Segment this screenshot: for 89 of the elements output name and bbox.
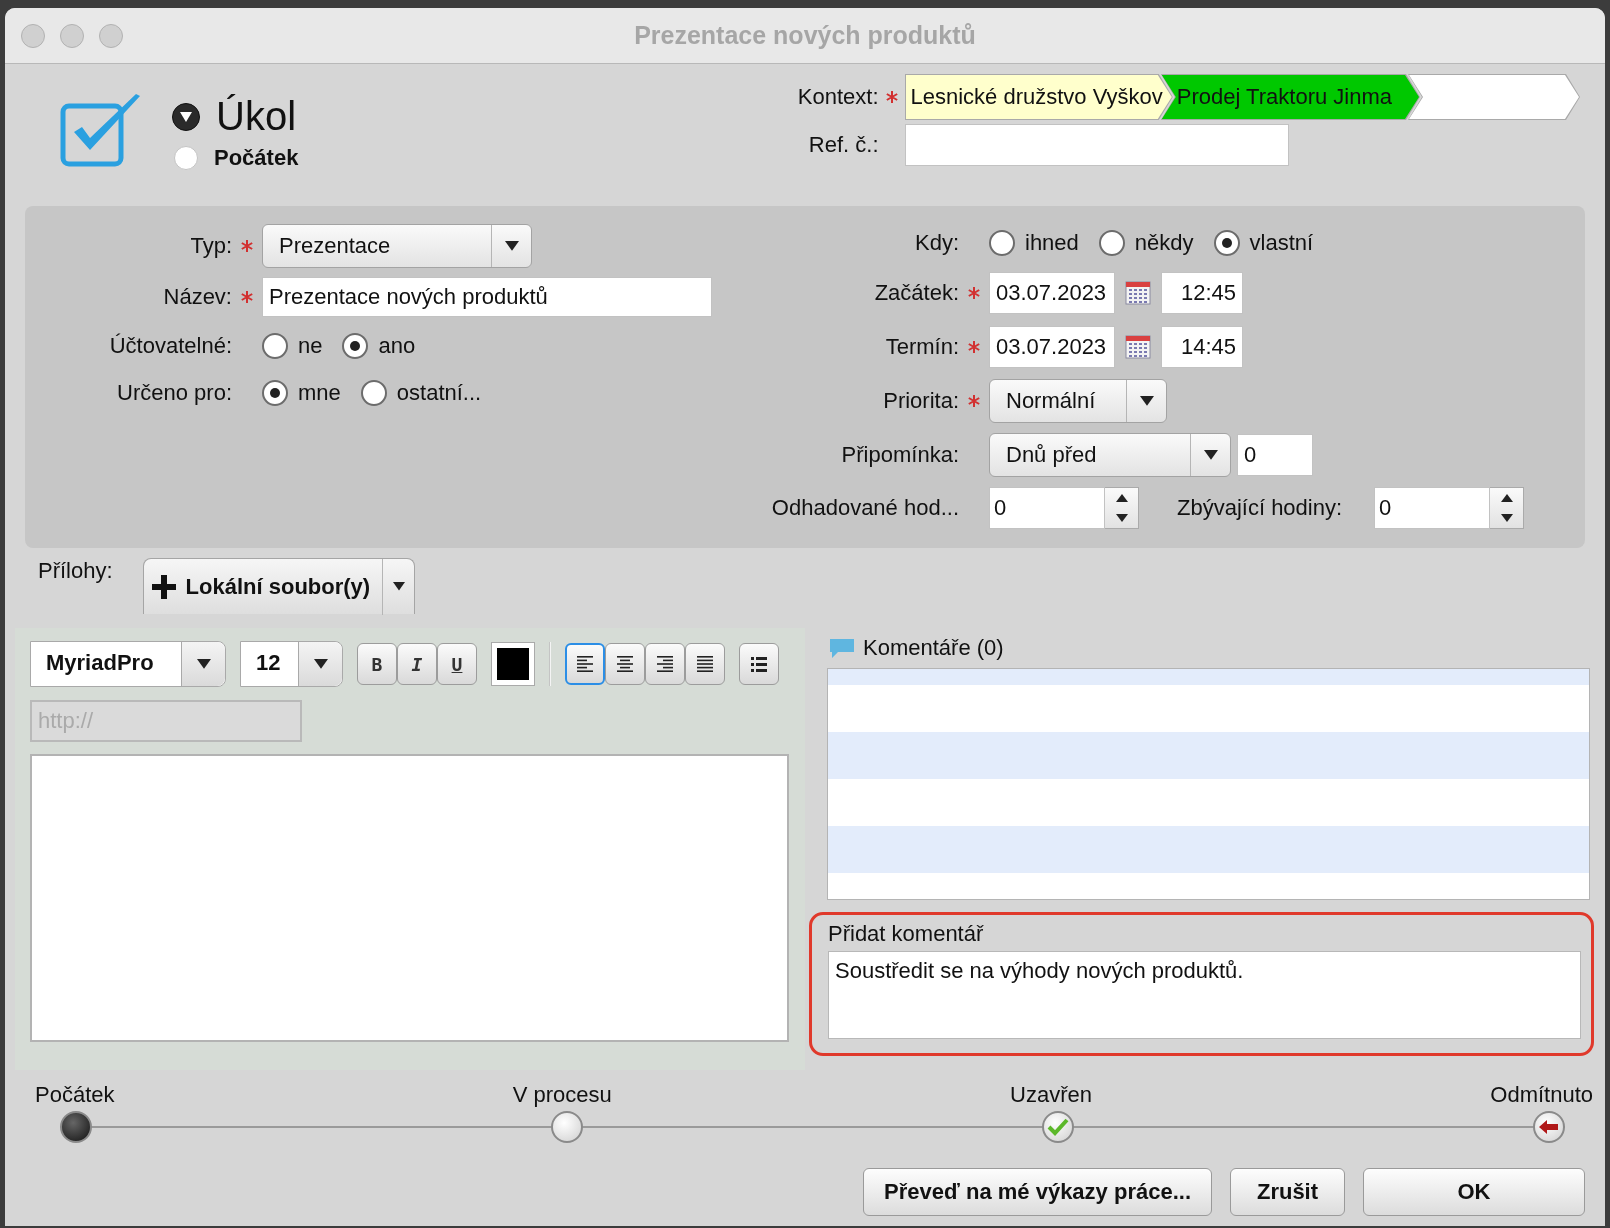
radio-button[interactable] bbox=[360, 380, 387, 406]
status-label: V procesu bbox=[512, 1082, 612, 1108]
dropdown-arrow-icon bbox=[313, 659, 328, 669]
field-label: Připomínka: bbox=[840, 442, 959, 468]
record-type-label: Počátek bbox=[214, 145, 299, 171]
list-button[interactable] bbox=[739, 643, 779, 685]
dropdown-arrow-icon bbox=[1139, 396, 1154, 406]
status-label: Odmítnuto bbox=[1490, 1082, 1593, 1108]
date-field[interactable]: 03.07.2023 bbox=[989, 272, 1115, 314]
align-icon bbox=[654, 654, 676, 674]
format-button[interactable]: I bbox=[397, 643, 437, 685]
date-field[interactable]: 03.07.2023 bbox=[989, 326, 1115, 368]
field-label: Priorita: bbox=[882, 388, 959, 414]
dropdown[interactable]: Dnů před bbox=[989, 433, 1231, 477]
field-label: Typ: bbox=[189, 233, 232, 259]
calendar-icon[interactable] bbox=[1125, 335, 1151, 359]
radio-button[interactable] bbox=[989, 230, 1015, 256]
field-label: Termín: bbox=[884, 334, 959, 360]
text-field[interactable]: Prezentace nových produktů bbox=[262, 277, 712, 317]
breadcrumb-segment[interactable]: Lesnické družstvo Vyškov bbox=[904, 74, 1173, 120]
align-button[interactable] bbox=[605, 643, 645, 685]
radio-button[interactable] bbox=[174, 146, 198, 170]
field-label: Začátek: bbox=[873, 280, 959, 306]
radio-label: mne bbox=[298, 380, 341, 406]
field-label: Určeno pro: bbox=[116, 380, 232, 406]
number-field[interactable]: 0 bbox=[1374, 487, 1491, 529]
status-knob[interactable] bbox=[60, 1111, 92, 1143]
dropdown[interactable]: Prezentace bbox=[262, 224, 532, 268]
status-knob[interactable] bbox=[1533, 1111, 1565, 1143]
radio-button[interactable] bbox=[1213, 230, 1240, 256]
radio-label: někdy bbox=[1134, 230, 1194, 256]
status-label: Uzavřen bbox=[1010, 1082, 1092, 1108]
dialog-button[interactable]: OK bbox=[1363, 1168, 1585, 1216]
dialog-button[interactable]: Zrušit bbox=[1230, 1168, 1345, 1216]
field-label: Kontext: bbox=[797, 84, 879, 110]
align-icon bbox=[574, 654, 596, 674]
dialog-button[interactable]: Převeď na mé výkazy práce... bbox=[863, 1168, 1212, 1216]
text-field[interactable] bbox=[904, 124, 1289, 166]
align-button[interactable] bbox=[645, 643, 685, 685]
type-menu-button[interactable] bbox=[172, 102, 200, 131]
format-button[interactable]: B bbox=[357, 643, 397, 685]
radio-button[interactable] bbox=[1098, 230, 1125, 256]
plus-icon bbox=[151, 574, 176, 599]
back-arrow-icon bbox=[1539, 1120, 1559, 1134]
radio-button[interactable] bbox=[342, 333, 369, 359]
add-file-button[interactable]: Lokální soubor(y) bbox=[142, 558, 416, 614]
align-button[interactable] bbox=[685, 643, 725, 685]
calendar-icon[interactable] bbox=[1125, 281, 1151, 305]
comment-field[interactable]: Soustředit se na výhody nových produktů. bbox=[828, 951, 1581, 1039]
comments-title: Komentáře (0) bbox=[863, 635, 1004, 661]
time-field[interactable]: 14:45 bbox=[1161, 326, 1243, 368]
status-label: Počátek bbox=[35, 1082, 115, 1108]
dropdown[interactable]: Normální bbox=[989, 379, 1167, 423]
field-label: Přidat komentář bbox=[828, 921, 985, 947]
radio-label: ano bbox=[378, 333, 416, 359]
radio-label: vlastní bbox=[1249, 230, 1314, 256]
field-label: Přílohy: bbox=[38, 558, 113, 584]
field-label: Účtovatelné: bbox=[108, 333, 232, 359]
dropdown-arrow-icon bbox=[504, 241, 519, 251]
radio-label: ihned bbox=[1025, 230, 1079, 256]
dropdown-arrow-icon bbox=[1203, 450, 1218, 460]
window-title: Prezentace nových produktů bbox=[634, 21, 976, 50]
field-label: Kdy: bbox=[913, 230, 959, 256]
font-dropdown[interactable]: MyriadPro bbox=[30, 641, 226, 687]
radio-button[interactable] bbox=[262, 380, 288, 406]
number-field[interactable]: 0 bbox=[989, 487, 1105, 529]
align-icon bbox=[694, 654, 716, 674]
field-label: Zbývající hodiny: bbox=[1177, 495, 1343, 521]
field-label: Ref. č.: bbox=[807, 132, 879, 158]
time-field[interactable]: 12:45 bbox=[1161, 272, 1243, 314]
dropdown-arrow-icon bbox=[196, 659, 211, 669]
align-icon bbox=[614, 654, 636, 674]
field-label: Název: bbox=[162, 284, 232, 310]
format-button[interactable]: U bbox=[437, 643, 477, 685]
dropdown-arrow-icon bbox=[180, 111, 192, 122]
radio-label: ne bbox=[298, 333, 323, 359]
dropdown-arrow-icon bbox=[392, 582, 405, 591]
color-picker[interactable] bbox=[491, 642, 535, 686]
number-field[interactable]: 0 bbox=[1237, 434, 1313, 476]
checkbox-icon bbox=[60, 94, 142, 170]
size-dropdown[interactable]: 12 bbox=[240, 641, 343, 687]
radio-label: ostatní... bbox=[396, 380, 482, 406]
speech-bubble-icon bbox=[829, 637, 855, 659]
check-icon bbox=[1047, 1117, 1069, 1137]
field-label: Odhadované hod... bbox=[770, 495, 959, 521]
radio-button[interactable] bbox=[262, 333, 288, 359]
align-button[interactable] bbox=[565, 643, 605, 685]
list-icon bbox=[751, 656, 767, 672]
record-type-label: Úkol bbox=[216, 94, 297, 139]
